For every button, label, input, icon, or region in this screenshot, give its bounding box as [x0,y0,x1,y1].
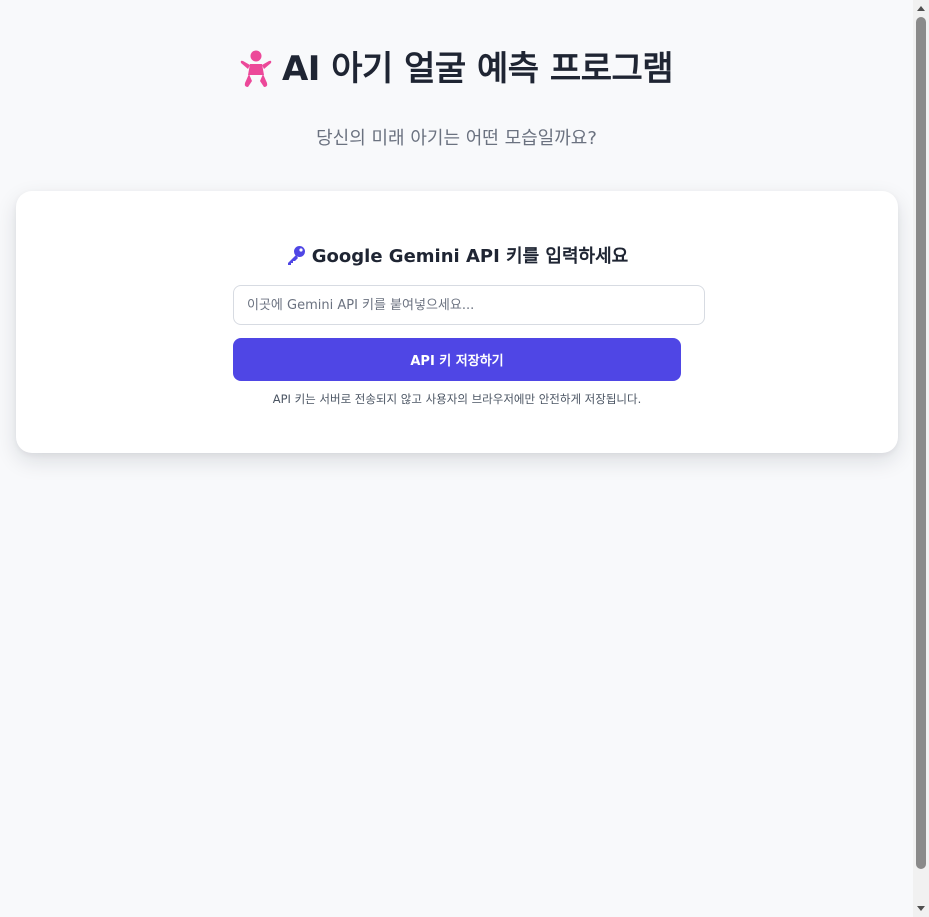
scrollbar-thumb[interactable] [916,17,926,869]
api-key-card-title-text: Google Gemini API 키를 입력하세요 [311,246,629,267]
scroll-down-arrow-icon[interactable] [917,906,925,911]
api-key-card: Google Gemini API 키를 입력하세요 API 키 저장하기 AP… [16,191,898,453]
api-key-input[interactable] [233,285,705,325]
header: AI 아기 얼굴 예측 프로그램 [0,44,913,94]
vertical-scrollbar[interactable] [913,0,929,917]
api-key-privacy-note: API 키는 서버로 전송되지 않고 사용자의 브라우저에만 안전하게 저장됩니… [272,392,642,406]
key-icon [287,246,305,265]
page-title-text: AI 아기 얼굴 예측 프로그램 [281,49,674,89]
api-key-card-title: Google Gemini API 키를 입력하세요 [16,242,898,268]
page-subtitle: 당신의 미래 아기는 어떤 모습일까요? [316,128,597,149]
baby-icon [240,50,272,87]
page: AI 아기 얼굴 예측 프로그램 당신의 미래 아기는 어떤 모습일까요? Go… [0,0,913,917]
scroll-up-arrow-icon[interactable] [917,6,925,11]
save-api-key-button[interactable]: API 키 저장하기 [233,338,681,381]
page-title: AI 아기 얼굴 예측 프로그램 [240,44,674,94]
